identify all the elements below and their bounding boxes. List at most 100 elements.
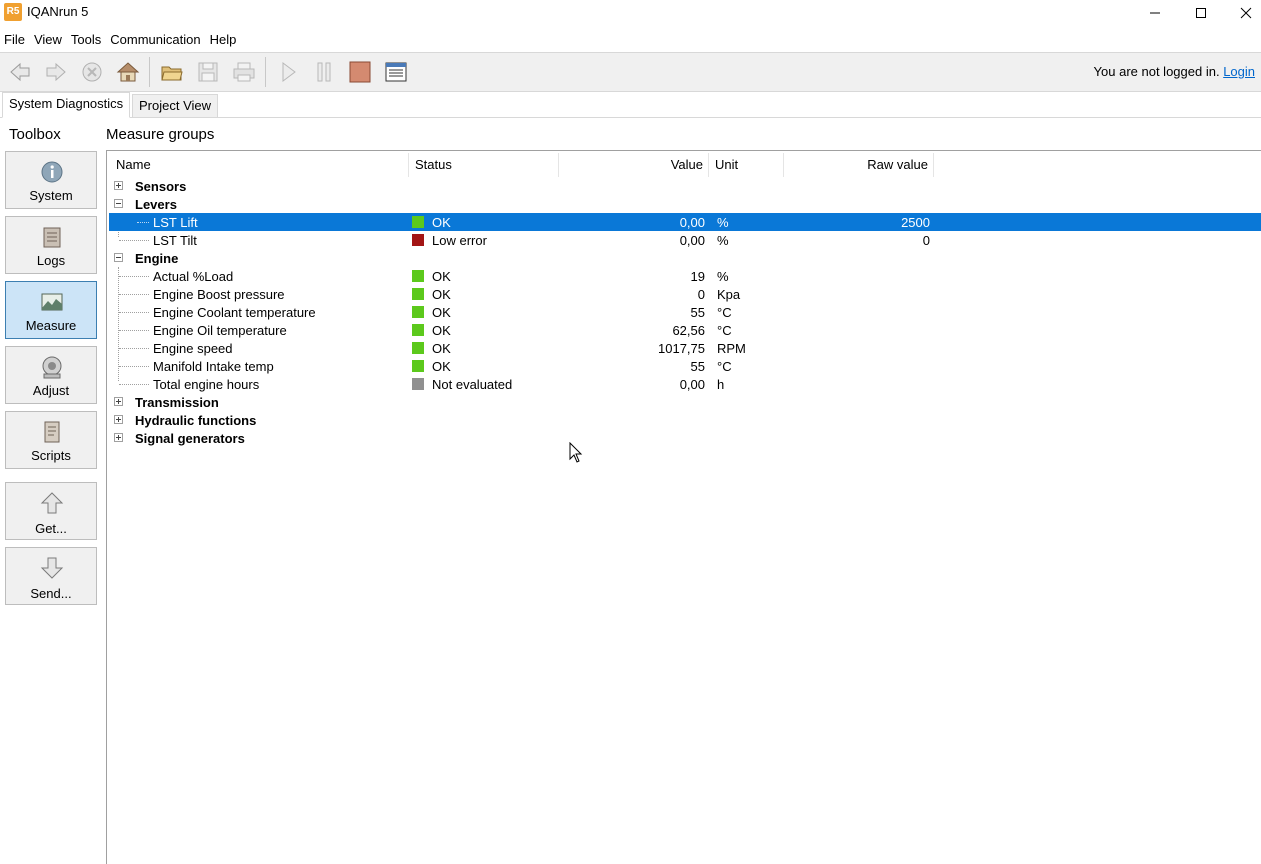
pause-icon: [317, 62, 331, 82]
toolbox-send-button[interactable]: Send...: [5, 547, 97, 605]
divider: [106, 150, 1261, 151]
tree-line: [119, 294, 149, 295]
cell-unit: %: [717, 269, 729, 284]
status-ok-icon: [412, 288, 424, 300]
status-ok-icon: [412, 306, 424, 318]
log-icon: [43, 227, 61, 248]
table-row[interactable]: Manifold Intake temp OK 55 °C: [109, 357, 1261, 375]
column-divider[interactable]: [933, 153, 934, 177]
measure-groups-title: Measure groups: [106, 126, 215, 143]
cell-value: 0,00: [679, 215, 705, 230]
cell-unit: Kpa: [717, 287, 741, 302]
maximize-button[interactable]: [1178, 0, 1224, 25]
pause-button[interactable]: [310, 58, 338, 86]
forward-button[interactable]: [42, 58, 70, 86]
toolbox-logs-label: Logs: [36, 253, 66, 268]
toolbox-system-label: System: [29, 188, 73, 203]
column-divider[interactable]: [783, 153, 784, 177]
collapse-icon[interactable]: [114, 253, 123, 262]
tree-line: [119, 276, 149, 277]
toolbox-scripts-button[interactable]: Scripts: [5, 411, 97, 469]
expand-icon[interactable]: [114, 433, 123, 442]
column-header-raw[interactable]: Raw value: [785, 157, 928, 175]
column-header-unit[interactable]: Unit: [715, 157, 738, 175]
cell-value: 55: [690, 359, 705, 374]
cell-status: OK: [432, 305, 451, 320]
login-link[interactable]: Login: [1223, 64, 1255, 79]
tree-group-row[interactable]: Engine: [109, 249, 1261, 267]
tree-group-row[interactable]: Transmission: [109, 393, 1261, 411]
print-button[interactable]: [230, 58, 258, 86]
expand-icon[interactable]: [114, 415, 123, 424]
toolbox-adjust-label: Adjust: [32, 383, 70, 398]
column-header-value[interactable]: Value: [560, 157, 703, 175]
tab-system-diagnostics[interactable]: System Diagnostics: [2, 92, 131, 118]
status-ok-icon: [412, 324, 424, 336]
script-icon: [44, 421, 60, 443]
play-button[interactable]: [274, 58, 302, 86]
cell-name: Engine Boost pressure: [153, 287, 285, 302]
table-row[interactable]: Engine Boost pressure OK 0 Kpa: [109, 285, 1261, 303]
column-header-name[interactable]: Name: [116, 157, 151, 175]
menu-communication[interactable]: Communication: [106, 29, 204, 49]
cell-status: Low error: [432, 233, 487, 248]
expand-icon[interactable]: [114, 397, 123, 406]
column-divider[interactable]: [408, 153, 409, 177]
column-header-status[interactable]: Status: [415, 157, 452, 175]
gauge-icon: [42, 356, 62, 379]
cell-value: 55: [690, 305, 705, 320]
toolbox-get-button[interactable]: Get...: [5, 482, 97, 540]
tree-line: [119, 348, 149, 349]
cell-unit: %: [717, 233, 729, 248]
table-row[interactable]: Engine Oil temperature OK 62,56 °C: [109, 321, 1261, 339]
arrow-up-icon: [40, 492, 64, 514]
table-row[interactable]: Engine Coolant temperature OK 55 °C: [109, 303, 1261, 321]
group-label-sensors: Sensors: [135, 179, 187, 194]
collapse-icon[interactable]: [114, 199, 123, 208]
save-button[interactable]: [194, 58, 222, 86]
window-title: IQANrun 5: [27, 4, 89, 19]
tree-group-row[interactable]: Hydraulic functions: [109, 411, 1261, 429]
toolbox-logs-button[interactable]: Logs: [5, 216, 97, 274]
open-button[interactable]: [158, 58, 186, 86]
expand-icon[interactable]: [114, 181, 123, 190]
tree-group-row[interactable]: Levers: [109, 195, 1261, 213]
column-divider[interactable]: [558, 153, 559, 177]
table-row[interactable]: LST Tilt Low error 0,00 % 0: [109, 231, 1261, 249]
cell-status: OK: [432, 359, 451, 374]
tree-group-row[interactable]: Signal generators: [109, 429, 1261, 447]
menu-view[interactable]: View: [30, 29, 66, 49]
toolbox-system-button[interactable]: System: [5, 151, 97, 209]
column-divider[interactable]: [708, 153, 709, 177]
tab-project-view[interactable]: Project View: [132, 94, 219, 118]
log-view-button[interactable]: [382, 58, 410, 86]
table-row[interactable]: Total engine hours Not evaluated 0,00 h: [109, 375, 1261, 393]
toolbox-measure-button[interactable]: Measure: [5, 281, 97, 339]
cell-status: OK: [432, 323, 451, 338]
toolbox-adjust-button[interactable]: Adjust: [5, 346, 97, 404]
table-row[interactable]: Actual %Load OK 19 %: [109, 267, 1261, 285]
cell-unit: RPM: [717, 341, 746, 356]
close-button[interactable]: [1223, 0, 1261, 25]
record-stop-button[interactable]: [346, 58, 374, 86]
cell-unit: °C: [717, 323, 732, 338]
table-row[interactable]: LST Lift OK 0,00 % 2500: [109, 213, 1261, 231]
cell-name: Manifold Intake temp: [153, 359, 274, 374]
menu-help[interactable]: Help: [206, 29, 241, 49]
status-not-evaluated-icon: [412, 378, 424, 390]
play-icon: [282, 62, 296, 82]
cell-raw: 0: [922, 233, 930, 248]
cell-value: 1017,75: [658, 341, 705, 356]
cell-status: OK: [432, 215, 451, 230]
back-button[interactable]: [6, 58, 34, 86]
tree-group-row[interactable]: Sensors: [109, 177, 1261, 195]
home-button[interactable]: [114, 58, 142, 86]
stop-button[interactable]: [78, 58, 106, 86]
minimize-button[interactable]: [1132, 0, 1178, 25]
tree-line: [119, 330, 149, 331]
cell-value: 0: [697, 287, 705, 302]
menu-file[interactable]: File: [0, 29, 29, 49]
tree-line: [119, 384, 149, 385]
menu-tools[interactable]: Tools: [67, 29, 105, 49]
table-row[interactable]: Engine speed OK 1017,75 RPM: [109, 339, 1261, 357]
